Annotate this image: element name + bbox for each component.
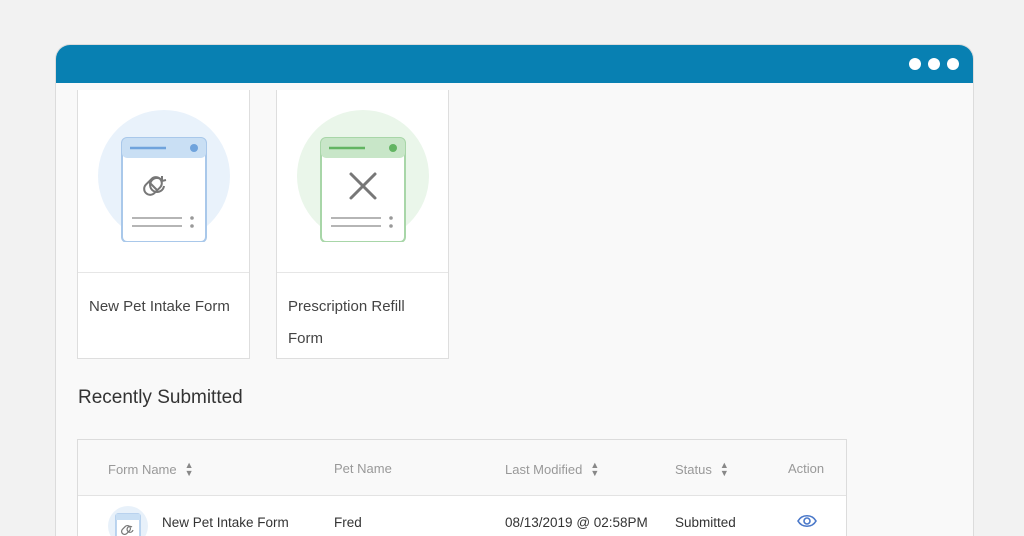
sort-icon[interactable]: ▲ ▼ [185, 461, 194, 478]
form-card-label[interactable]: New Pet Intake Form [78, 273, 249, 323]
cell-last-modified: 08/13/2019 @ 02:58PM [505, 515, 648, 530]
dot-icon [928, 58, 940, 70]
cell-status: Submitted [675, 515, 736, 530]
cell-form-name: New Pet Intake Form [162, 515, 289, 530]
cell-pet-name: Fred [334, 515, 362, 530]
tools-cross-icon [297, 110, 429, 242]
sort-icon[interactable]: ▲ ▼ [720, 461, 729, 478]
form-thumbnail [78, 90, 249, 273]
app-window: New Pet Intake Form Prescription Refill … [56, 45, 973, 536]
column-label: Status [675, 461, 712, 477]
table-row[interactable]: New Pet Intake Form Fred 08/13/2019 @ 02… [78, 496, 846, 536]
column-header-status[interactable]: Status ▲ ▼ [675, 461, 729, 478]
window-menu-dots[interactable] [909, 58, 959, 70]
dot-icon [909, 58, 921, 70]
column-header-form-name[interactable]: Form Name ▲ ▼ [108, 461, 194, 478]
dot-icon [947, 58, 959, 70]
form-card-label[interactable]: Prescription Refill Form [277, 273, 448, 355]
column-header-pet-name: Pet Name [334, 461, 392, 476]
column-label: Action [788, 461, 825, 476]
pill-refresh-icon [98, 110, 230, 242]
sort-icon[interactable]: ▲ ▼ [590, 461, 599, 478]
column-label: Last Modified [505, 461, 583, 477]
column-label: Form Name [108, 461, 177, 477]
title-bar [56, 45, 973, 83]
section-title: Recently Submitted [78, 387, 243, 408]
form-card-prescription-refill[interactable]: Prescription Refill Form [276, 90, 449, 359]
eye-icon[interactable] [797, 514, 817, 533]
column-label: Pet Name [334, 461, 392, 476]
column-header-action: Action [788, 461, 824, 476]
form-thumbnail-icon [108, 506, 148, 536]
submissions-table: Form Name ▲ ▼ Pet Name Last Modified ▲ ▼ S… [77, 439, 847, 536]
table-header: Form Name ▲ ▼ Pet Name Last Modified ▲ ▼ S… [78, 440, 846, 496]
column-header-last-modified[interactable]: Last Modified ▲ ▼ [505, 461, 599, 478]
form-thumbnail [277, 90, 448, 273]
form-card-new-pet-intake[interactable]: New Pet Intake Form [77, 90, 250, 359]
